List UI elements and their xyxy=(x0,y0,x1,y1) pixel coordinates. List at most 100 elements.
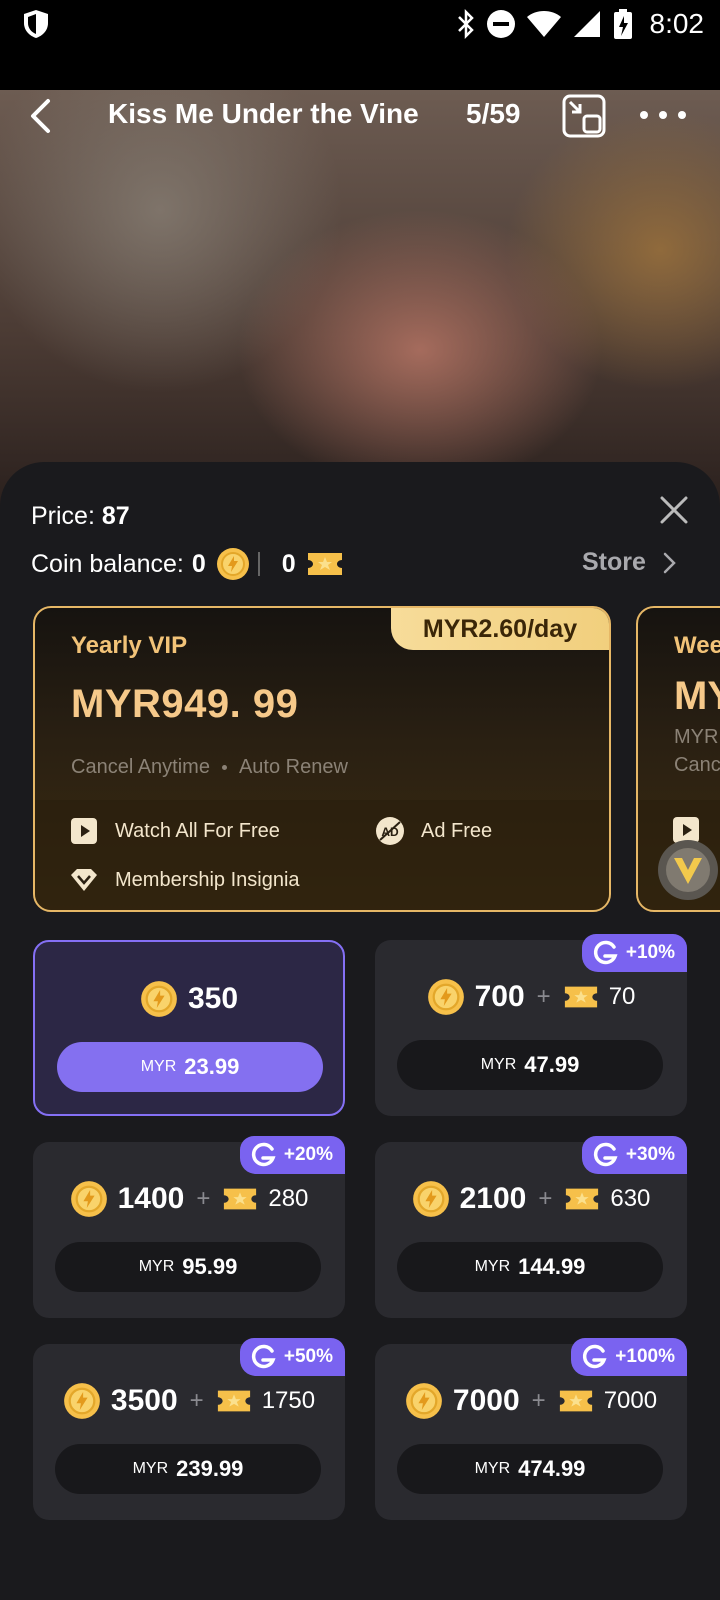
dot xyxy=(678,111,686,119)
coin-pack-7000[interactable]: +100% 7000 + 7000 MYR 474.99 xyxy=(375,1338,687,1520)
clock: 8:02 xyxy=(649,8,705,39)
coin-icon xyxy=(412,1181,449,1217)
bonus-tag: +20% xyxy=(239,1136,345,1174)
coin-pack-350[interactable]: 350 MYR 23.99 xyxy=(33,940,345,1116)
pack-amount: 7000 + 7000 xyxy=(375,1382,687,1420)
currency: MYR xyxy=(480,1056,517,1073)
g-icon xyxy=(593,940,618,965)
plus-sign: + xyxy=(531,1387,546,1414)
bonus-percent: +100% xyxy=(615,1346,675,1367)
vip-perks: Watch All For Free AD Ad Free Membership… xyxy=(35,800,609,910)
coin-pack-3500[interactable]: +50% 3500 + 1750 MYR 239.99 xyxy=(33,1338,345,1520)
coin-pack-2100[interactable]: +30% 2100 + 630 MYR 144.99 xyxy=(375,1136,687,1318)
separator-dot xyxy=(221,765,227,770)
store-link[interactable]: Store xyxy=(582,548,676,577)
bonus-tag: +100% xyxy=(571,1338,687,1376)
vip-plan-name: Wee xyxy=(674,632,720,659)
vip-plan-terms: Cancel Anytime Auto Renew xyxy=(71,756,348,779)
wifi-icon xyxy=(526,11,561,37)
video-player[interactable] xyxy=(0,90,720,510)
divider xyxy=(257,552,260,576)
ticket-balance-value: 0 xyxy=(281,549,296,578)
pack-bonus: 70 xyxy=(608,983,636,1010)
pack-bonus: 1750 xyxy=(261,1387,316,1414)
balance-label: Coin balance: xyxy=(31,549,184,578)
pack-bonus: 280 xyxy=(268,1185,309,1212)
coin-pack-1400[interactable]: +20% 1400 + 280 MYR 95.99 xyxy=(33,1136,345,1318)
status-icons: 8:02 xyxy=(456,4,705,44)
episode-price: Price: 87 xyxy=(31,502,130,531)
currency: MYR xyxy=(474,1460,511,1477)
buy-button[interactable]: MYR 474.99 xyxy=(397,1444,663,1494)
perk-label: Watch All For Free xyxy=(115,819,280,842)
bonus-percent: +20% xyxy=(283,1144,333,1165)
pack-amount: 2100 + 630 xyxy=(375,1180,687,1218)
buy-button[interactable]: MYR 23.99 xyxy=(57,1042,323,1092)
perk-insignia: Membership Insignia xyxy=(69,865,300,895)
perk-label: Membership Insignia xyxy=(115,868,300,891)
buy-button[interactable]: MYR 239.99 xyxy=(55,1444,321,1494)
pack-price: 95.99 xyxy=(182,1254,238,1279)
vip-floating-badge[interactable] xyxy=(654,838,720,902)
vip-plan-price: MYR949. 99 xyxy=(71,682,299,726)
chevron-left-icon xyxy=(31,99,50,133)
pack-coins: 3500 xyxy=(110,1384,178,1417)
buy-button[interactable]: MYR 95.99 xyxy=(55,1242,321,1292)
currency: MYR xyxy=(138,1258,175,1275)
battery-icon xyxy=(613,9,632,39)
term-renew: Auto Renew xyxy=(238,756,348,778)
store-label: Store xyxy=(582,548,646,576)
vip-badge-icon xyxy=(658,840,718,900)
pack-coins: 2100 xyxy=(459,1182,527,1215)
coin-balance-value: 0 xyxy=(191,549,206,578)
back-button[interactable] xyxy=(22,96,58,136)
pip-icon xyxy=(562,94,606,138)
g-icon xyxy=(251,1142,276,1167)
buy-button[interactable]: MYR 47.99 xyxy=(397,1040,663,1090)
pack-coins: 7000 xyxy=(452,1384,520,1417)
coin-icon xyxy=(141,981,177,1017)
picture-in-picture-button[interactable] xyxy=(562,94,606,138)
buy-button[interactable]: MYR 144.99 xyxy=(397,1242,663,1292)
price-value: 87 xyxy=(101,502,130,530)
close-button[interactable] xyxy=(656,492,692,528)
ticket-icon xyxy=(224,1188,257,1210)
currency: MYR xyxy=(132,1460,169,1477)
coin-pack-700[interactable]: +10% 700 + 70 MYR 47.99 xyxy=(375,934,687,1116)
g-icon xyxy=(251,1344,276,1369)
vip-plan-yearly[interactable]: MYR2.60/day Yearly VIP MYR949. 99 Cancel… xyxy=(33,606,611,912)
play-icon xyxy=(69,816,99,846)
signal-icon xyxy=(573,11,600,37)
pack-price: 144.99 xyxy=(518,1254,586,1279)
dot xyxy=(659,111,667,119)
perk-ad-free: AD Ad Free xyxy=(375,816,492,846)
more-options-button[interactable] xyxy=(640,100,686,130)
price-label: Price: xyxy=(31,502,95,530)
vip-plan-sub: MYR xyxy=(674,726,719,748)
perk-label: Ad Free xyxy=(421,819,493,842)
pack-amount: 350 xyxy=(35,980,343,1018)
currency: MYR xyxy=(140,1058,177,1075)
ticket-icon xyxy=(559,1390,592,1412)
ticket-icon xyxy=(566,1188,599,1210)
pack-price: 474.99 xyxy=(518,1456,586,1481)
coin-icon xyxy=(64,1383,100,1419)
pack-amount: 700 + 70 xyxy=(375,978,687,1016)
coin-balance: Coin balance: 0 0 xyxy=(31,544,344,584)
pack-amount: 1400 + 280 xyxy=(33,1180,345,1218)
vip-plan-terms: Canc xyxy=(674,754,720,776)
coin-icon xyxy=(70,1181,107,1217)
plus-sign: + xyxy=(189,1387,204,1414)
term-cancel: Cancel Anytime xyxy=(71,756,210,778)
bonus-tag: +30% xyxy=(581,1136,687,1174)
pack-price: 47.99 xyxy=(524,1052,580,1077)
coin-icon xyxy=(406,1383,442,1419)
bonus-tag: +50% xyxy=(239,1338,345,1376)
g-icon xyxy=(593,1142,618,1167)
vip-plan-name: Yearly VIP xyxy=(71,632,188,659)
ticket-icon xyxy=(307,553,342,575)
pack-bonus: 630 xyxy=(610,1185,651,1212)
bonus-tag: +10% xyxy=(581,934,687,972)
bluetooth-icon xyxy=(457,8,474,40)
pack-bonus: 7000 xyxy=(603,1387,658,1414)
